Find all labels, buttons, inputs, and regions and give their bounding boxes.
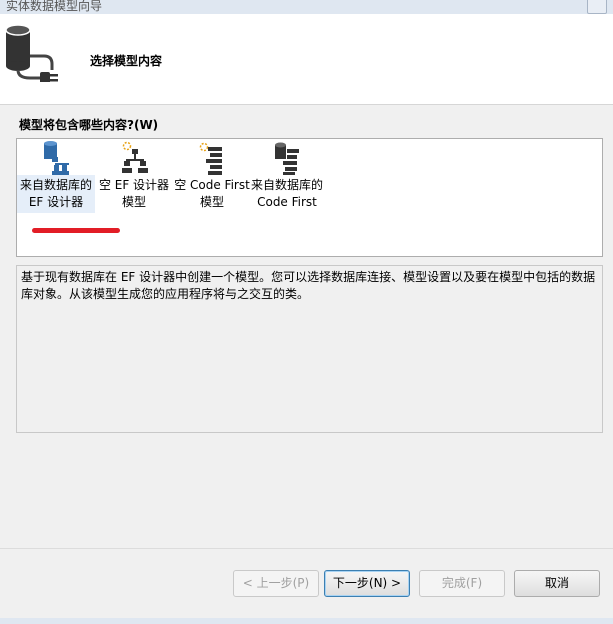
database-plug-icon: [5, 24, 58, 82]
database-schema-icon: [44, 141, 69, 175]
model-content-listbox[interactable]: 来自数据库的 EF 设计器 空 EF 设计器模型 空 Code First 模型: [16, 138, 603, 257]
finish-button[interactable]: 完成(F): [419, 570, 505, 597]
wizard-header: 选择模型内容: [0, 14, 613, 105]
option-ef-designer-from-database[interactable]: 来自数据库的 EF 设计器: [17, 141, 95, 213]
next-button[interactable]: 下一步(N) >: [324, 570, 410, 597]
option-empty-code-first[interactable]: 空 Code First 模型: [173, 141, 251, 213]
annotation-underline: [32, 228, 120, 233]
empty-codefirst-icon: [199, 142, 222, 175]
close-button[interactable]: [587, 0, 607, 14]
option-label: 来自数据库的 Code First: [250, 178, 323, 209]
option-label: 来自数据库的 EF 设计器: [17, 175, 95, 213]
page-title: 选择模型内容: [90, 54, 163, 68]
option-label: 空 Code First 模型: [174, 178, 250, 209]
prev-button[interactable]: < 上一步(P): [233, 570, 319, 597]
window-bottom-border: [0, 618, 613, 624]
option-code-first-from-database[interactable]: 来自数据库的 Code First: [248, 141, 326, 213]
database-codefirst-icon: [275, 142, 299, 175]
question-label: 模型将包含哪些内容?(W): [19, 118, 159, 132]
option-description: 基于现有数据库在 EF 设计器中创建一个模型。您可以选择数据库连接、模型设置以及…: [16, 265, 603, 433]
footer-divider: [0, 548, 613, 549]
option-label: 空 EF 设计器模型: [98, 178, 170, 209]
window-title: 实体数据模型向导: [6, 0, 103, 13]
window-titlebar: 实体数据模型向导: [0, 0, 613, 14]
cancel-button[interactable]: 取消: [514, 570, 600, 597]
option-empty-ef-designer[interactable]: 空 EF 设计器模型: [95, 141, 173, 213]
empty-model-icon: [122, 141, 148, 173]
